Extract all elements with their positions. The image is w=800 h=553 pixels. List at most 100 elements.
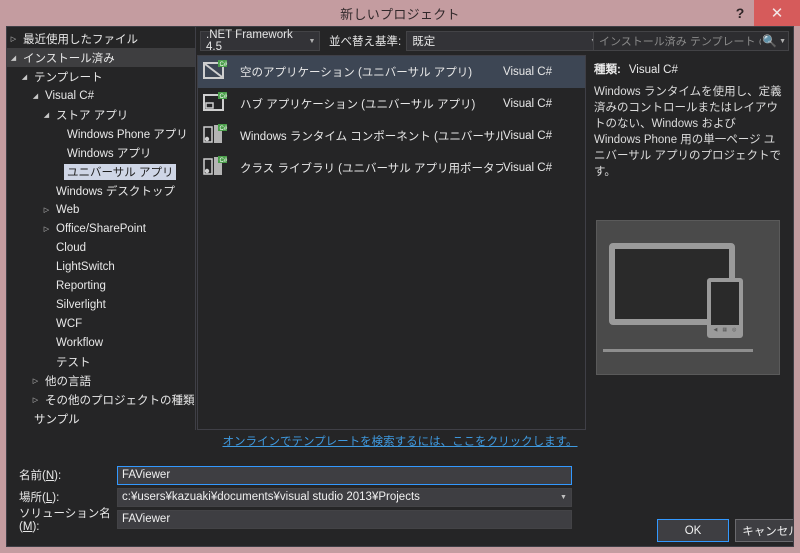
tree-item[interactable]: Reporting <box>7 276 195 295</box>
chevron-down-icon[interactable]: ◢ <box>7 54 20 62</box>
title-bar: 新しいプロジェクト ? ✕ <box>6 0 800 26</box>
framework-version-value: .NET Framework 4.5 <box>206 29 293 53</box>
tree-item-label: WCF <box>56 317 83 330</box>
tree-item[interactable]: Workflow <box>7 333 195 352</box>
solution-name-value: FAViewer <box>122 513 171 525</box>
tree-item-label: Office/SharePoint <box>56 222 146 235</box>
chevron-right-icon[interactable]: ▷ <box>29 396 42 404</box>
tree-item[interactable]: ◢ ストア アプリ <box>7 105 195 124</box>
template-language: Visual C# <box>503 66 553 78</box>
phone-search-icon: ◎ <box>732 326 737 333</box>
ok-button[interactable]: OK <box>657 519 729 542</box>
chevron-right-icon[interactable]: ▷ <box>29 377 42 385</box>
location-combo-input[interactable]: c:¥users¥kazuaki¥documents¥visual studio… <box>117 487 572 507</box>
template-list-item[interactable]: C# Windows ランタイム コンポーネント (ユニバーサル アプリ用ポータ…… <box>198 120 585 152</box>
template-list-item[interactable]: C# 空のアプリケーション (ユニバーサル アプリ) Visual C# <box>198 56 585 88</box>
tree-item-label: インストール済み <box>23 52 115 65</box>
location-value: c:¥users¥kazuaki¥documents¥visual studio… <box>122 491 420 503</box>
template-list-item[interactable]: C# ハブ アプリケーション (ユニバーサル アプリ) Visual C# <box>198 88 585 120</box>
dialog-body: .NET Framework 4.5 ▼ 並べ替え基準: 既定 ▼ <box>6 26 794 547</box>
tree-item-label: Silverlight <box>56 298 106 311</box>
location-label: 場所(L): <box>19 492 60 504</box>
runtime-component-icon: C# <box>203 123 229 149</box>
svg-text:C#: C# <box>220 158 228 164</box>
name-row: 名前(N): FAViewer <box>7 465 793 485</box>
tree-item-label: Visual C# <box>45 89 95 102</box>
framework-version-dropdown[interactable]: .NET Framework 4.5 ▼ <box>200 29 320 53</box>
chevron-right-icon[interactable]: ▷ <box>40 206 53 214</box>
chevron-down-icon[interactable]: ◢ <box>40 111 53 119</box>
search-icon: 🔍 <box>762 34 778 48</box>
tree-item-label: サンプル <box>34 413 80 426</box>
sort-by-label: 並べ替え基準: <box>329 36 402 48</box>
tree-item[interactable]: Cloud <box>7 238 195 257</box>
template-details-panel: 種類: Visual C# Windows ランタイムを使用し、定義済みのコントロ… <box>586 55 793 430</box>
tree-item[interactable]: Windows Phone アプリ <box>7 124 195 143</box>
chevron-right-icon[interactable]: ▷ <box>7 35 20 43</box>
project-name-input[interactable]: FAViewer <box>117 465 572 485</box>
phone-shape: ◀ ▦ ◎ <box>707 278 743 338</box>
template-name: ハブ アプリケーション (ユニバーサル アプリ) <box>240 99 476 111</box>
chevron-down-icon[interactable]: ◢ <box>29 92 42 100</box>
online-templates-row: オンラインでテンプレートを検索するには、ここをクリックします。 <box>7 432 793 450</box>
template-name: 空のアプリケーション (ユニバーサル アプリ) <box>240 67 473 79</box>
solution-name-input[interactable]: FAViewer <box>117 509 572 529</box>
tree-item-label: Reporting <box>56 279 106 292</box>
tree-item[interactable]: テスト <box>7 352 195 371</box>
tree-item[interactable]: ◢ Visual C# <box>7 86 195 105</box>
tree-item[interactable]: ▷ Web <box>7 200 195 219</box>
sort-by-value: 既定 <box>412 36 436 48</box>
new-project-dialog-window: 新しいプロジェクト ? ✕ .NET Framework 4.5 ▼ 並べ替え基… <box>0 0 800 553</box>
tree-item[interactable]: Windows デスクトップ <box>7 181 195 200</box>
tree-item-label: ストア アプリ <box>56 109 129 122</box>
template-language: Visual C# <box>503 98 553 110</box>
tree-item[interactable]: ▷ その他のプロジェクトの種類 <box>7 390 195 409</box>
template-list[interactable]: C# 空のアプリケーション (ユニバーサル アプリ) Visual C# C# ハブ ア… <box>197 55 586 430</box>
tree-item-label: 最近使用したファイル <box>23 33 138 46</box>
tree-item-label: Windows デスクトップ <box>56 185 175 198</box>
tree-item[interactable]: ▷ 最近使用したファイル <box>7 29 195 48</box>
help-button[interactable]: ? <box>726 0 754 26</box>
tree-item[interactable]: Silverlight <box>7 295 195 314</box>
chevron-down-icon: ▼ <box>308 37 316 45</box>
template-list-item[interactable]: C# クラス ライブラリ (ユニバーサル アプリ用ポータブル) Visual C# <box>198 152 585 184</box>
search-placeholder: インストール済み テンプレート の検索 (Ctrl+E) <box>599 36 761 48</box>
tree-item-label: テンプレート <box>34 71 103 84</box>
svg-text:C#: C# <box>220 62 228 68</box>
tree-item-label: テスト <box>56 356 91 369</box>
template-description: Windows ランタイムを使用し、定義済みのコントロールまたはレイアウトのない… <box>594 86 782 178</box>
search-input[interactable]: インストール済み テンプレート の検索 (Ctrl+E) 🔍 ▼ <box>593 31 789 51</box>
chevron-down-icon[interactable]: ◢ <box>18 73 31 81</box>
tree-item[interactable]: ▷ 他の言語 <box>7 371 195 390</box>
template-language: Visual C# <box>503 162 553 174</box>
tree-item[interactable]: Windows アプリ <box>7 143 195 162</box>
template-kind-label: 種類: <box>594 64 621 76</box>
sort-by-dropdown[interactable]: 既定 ▼ <box>406 31 603 51</box>
title-bar-buttons: ? ✕ <box>726 0 800 26</box>
tree-item[interactable]: ユニバーサル アプリ <box>7 162 195 181</box>
template-name: Windows ランタイム コンポーネント (ユニバーサル アプリ用ポータ… <box>240 131 503 143</box>
class-library-icon: C# <box>203 155 229 181</box>
tree-item-label: ユニバーサル アプリ <box>64 163 177 180</box>
chevron-down-icon: ▼ <box>560 493 567 501</box>
project-name-value: FAViewer <box>122 469 171 481</box>
window-title: 新しいプロジェクト <box>340 6 460 22</box>
cancel-button[interactable]: キャンセル <box>735 519 793 542</box>
tree-item[interactable]: LightSwitch <box>7 257 195 276</box>
close-button[interactable]: ✕ <box>754 0 800 26</box>
tree-item[interactable]: ◢ テンプレート <box>7 67 195 86</box>
tree-item[interactable]: サンプル <box>7 409 195 428</box>
tree-item[interactable]: ◢ インストール済み <box>7 48 195 67</box>
tree-item[interactable]: ▷ Office/SharePoint <box>7 219 195 238</box>
online-templates-link[interactable]: オンラインでテンプレートを検索するには、ここをクリックします。 <box>222 436 577 448</box>
template-language: Visual C# <box>503 130 553 142</box>
tree-item-label: Web <box>56 203 80 216</box>
template-category-tree[interactable]: ▷ 最近使用したファイル ◢ インストール済み ◢ テンプレート ◢ Visual C# ◢ スト… <box>7 27 196 430</box>
chevron-right-icon[interactable]: ▷ <box>40 225 53 233</box>
tree-item-label: その他のプロジェクトの種類 <box>45 394 195 407</box>
name-label: 名前(N): <box>19 470 62 482</box>
phone-nav-bar: ◀ ▦ ◎ <box>711 325 739 334</box>
blank-app-icon: C# <box>203 59 229 85</box>
tree-item[interactable]: WCF <box>7 314 195 333</box>
tree-item-label: Workflow <box>56 336 104 349</box>
